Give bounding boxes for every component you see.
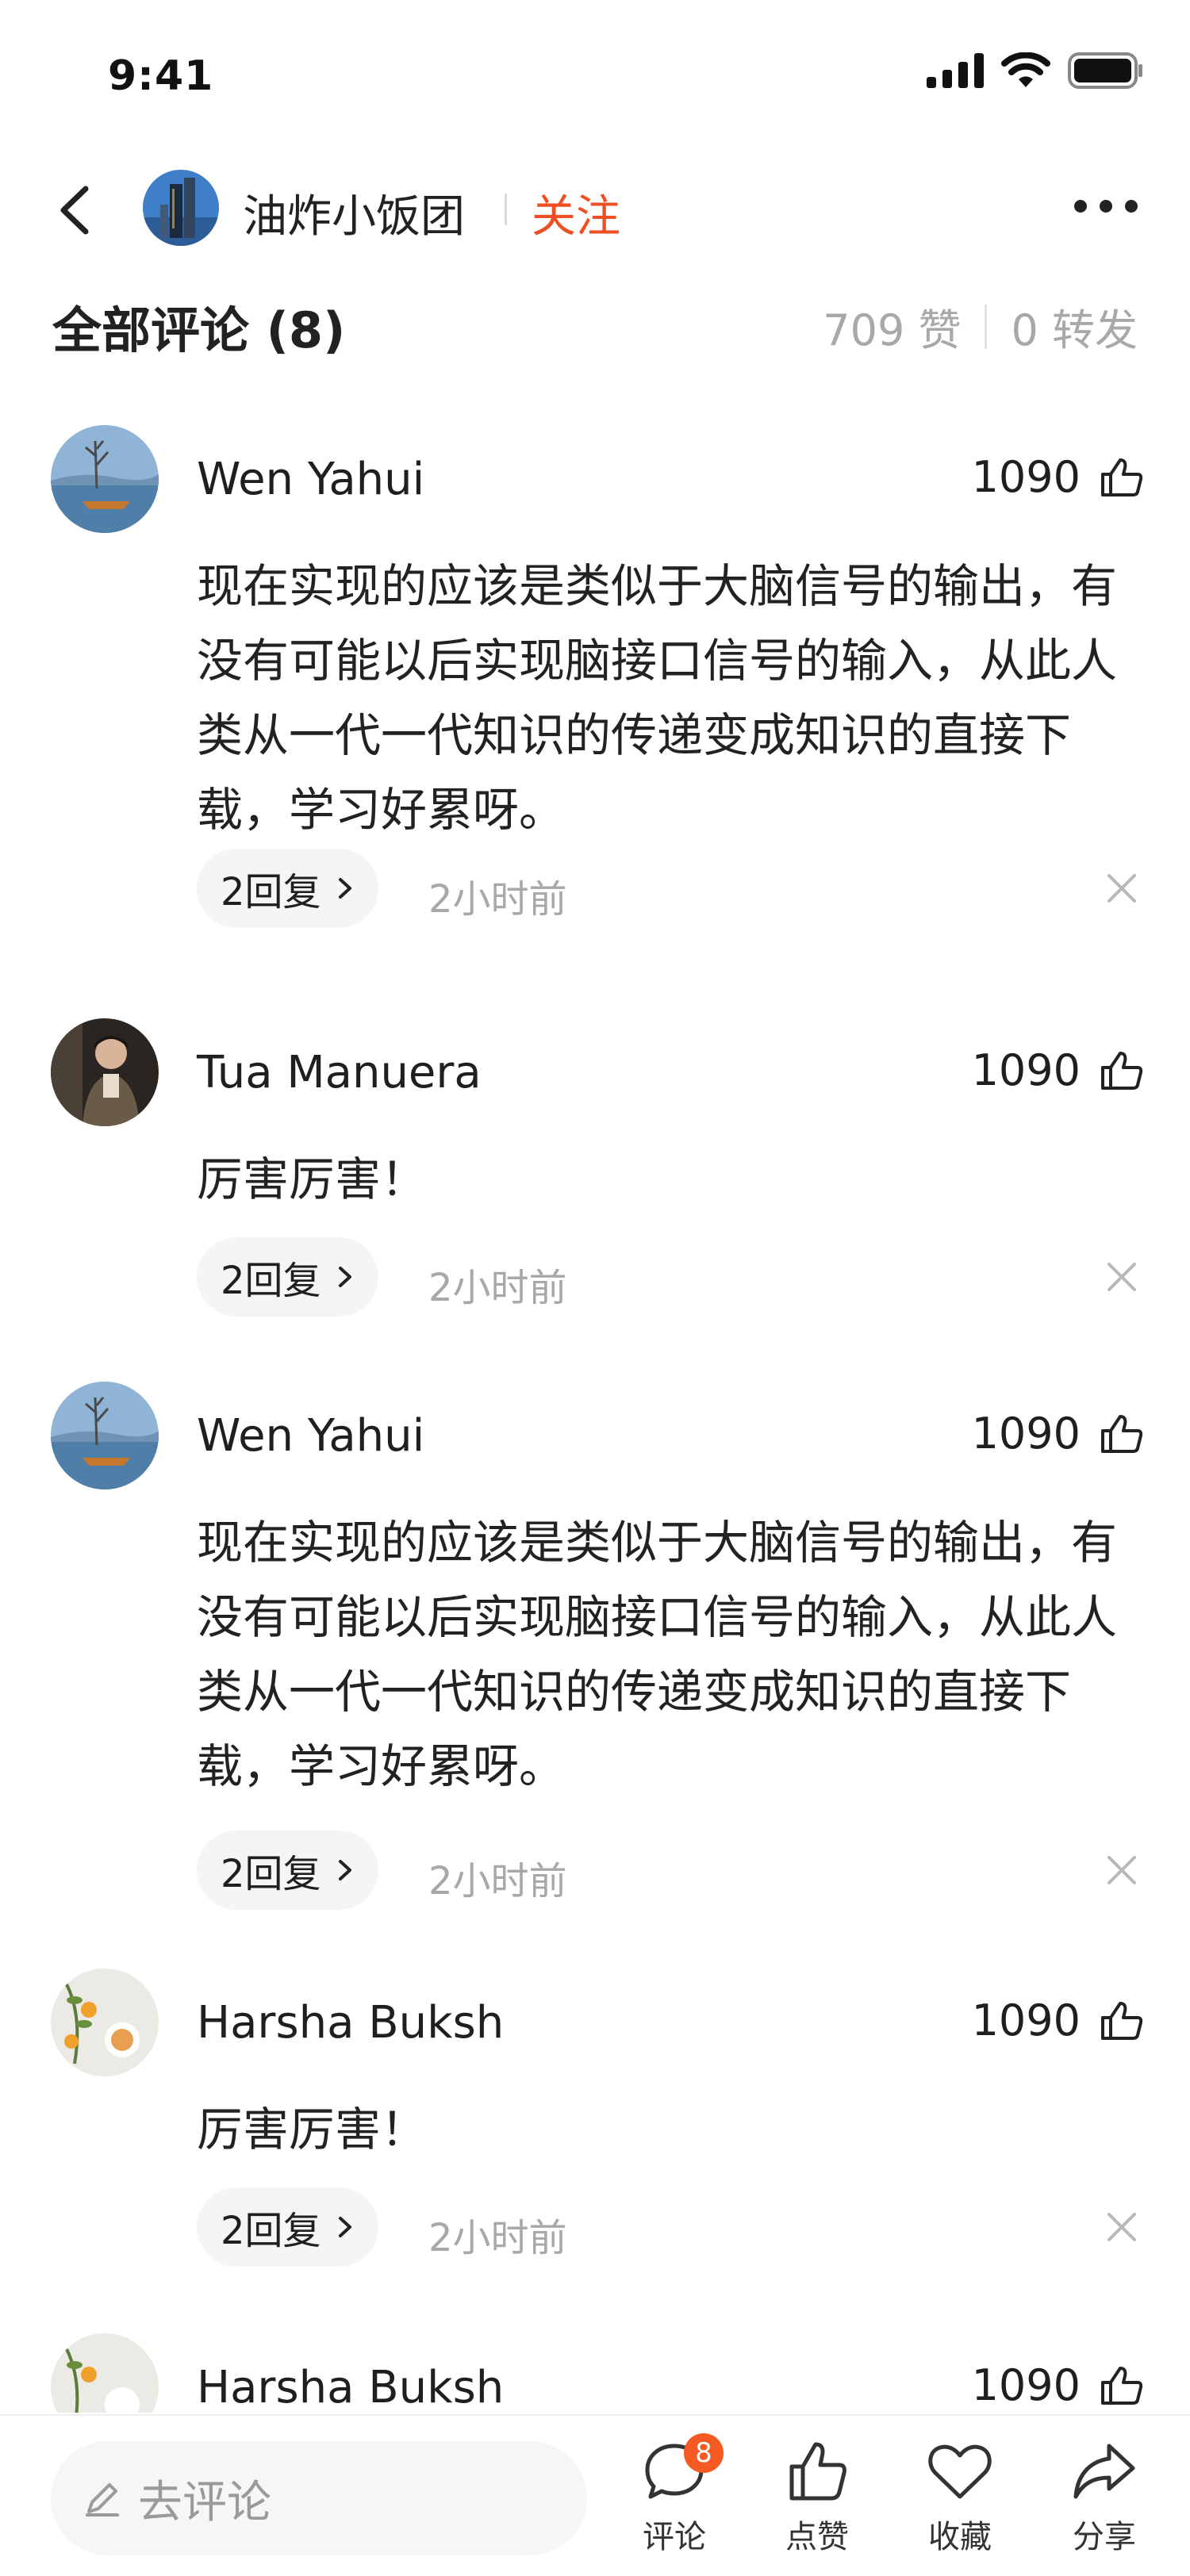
close-icon[interactable]	[1103, 869, 1141, 907]
comments-header: 全部评论 (8) 709 赞 0 转发	[0, 286, 1190, 359]
replies-count: 2回复	[221, 1259, 321, 1303]
nav-bar: 油炸小饭团 关注	[0, 159, 1190, 262]
comment-meta: 2回复 2小时前	[197, 2187, 1141, 2267]
close-icon[interactable]	[1103, 1851, 1141, 1889]
comment-action[interactable]: 8 评论	[619, 2433, 730, 2576]
commenter-name[interactable]: Harsha Buksh	[197, 2362, 504, 2413]
comment-action-label: 评论	[643, 2519, 706, 2555]
comment-text: 现在实现的应该是类似于大脑信号的输出，有没有可能以后实现脑接口信号的输入，从此人…	[197, 1516, 1118, 1793]
replies-button[interactable]: 2回复	[197, 1237, 378, 1317]
thumbs-up-icon	[1101, 458, 1143, 496]
thumbs-up-icon	[1101, 1051, 1143, 1090]
comment-like-button[interactable]: 1090	[972, 1409, 1144, 1459]
comment-meta: 2回复 2小时前	[197, 1237, 1141, 1317]
commenter-name[interactable]: Harsha Buksh	[197, 1997, 504, 2049]
comment-like-button[interactable]: 1090	[972, 1045, 1144, 1095]
heart-icon	[928, 2444, 992, 2499]
reposts-count: 0 转发	[1011, 305, 1138, 355]
comment-item: Wen Yahui 1090 现在实现的应该是类似于大脑信号的输出，有没有可能以…	[0, 425, 1190, 964]
comment-item: Wen Yahui 1090 现在实现的应该是类似于大脑信号的输出，有没有可能以…	[0, 1382, 1190, 1921]
comment-like-count: 1090	[971, 452, 1081, 502]
commenter-avatar[interactable]	[51, 1382, 159, 1489]
comment-time: 2小时前	[428, 877, 567, 922]
post-stats: 709 赞 0 转发	[823, 295, 1138, 358]
chevron-right-icon	[338, 1267, 351, 1287]
back-arrow-icon[interactable]	[52, 182, 100, 238]
share-action-label: 分享	[1073, 2519, 1136, 2555]
comment-item: Tua Manuera 1090 厉害厉害！ 2回复 2小时前	[0, 1018, 1190, 1336]
comments-title: 全部评论 (8)	[52, 301, 346, 359]
comment-time: 2小时前	[428, 1266, 567, 1310]
like-action[interactable]: 点赞	[762, 2438, 873, 2576]
chevron-right-icon	[338, 2217, 351, 2237]
chevron-right-icon	[338, 1860, 351, 1880]
comment-like-count: 1090	[971, 2360, 1081, 2410]
favorite-action-label: 收藏	[928, 2519, 992, 2555]
comment-item: Harsha Buksh 1090	[0, 2333, 1190, 2413]
chevron-right-icon	[338, 878, 351, 899]
status-bar: 9:41	[0, 0, 1190, 151]
comment-time: 2小时前	[428, 2216, 567, 2260]
favorite-action[interactable]: 收藏	[904, 2438, 1015, 2576]
commenter-avatar[interactable]	[51, 1018, 159, 1126]
commenter-avatar[interactable]	[51, 2333, 159, 2413]
commenter-avatar[interactable]	[51, 425, 159, 533]
comment-like-button[interactable]: 1090	[972, 452, 1144, 502]
like-action-label: 点赞	[785, 2519, 849, 2555]
thumbs-up-icon	[1101, 2366, 1143, 2405]
comment-input-placeholder: 去评论	[138, 2476, 271, 2528]
status-icons	[927, 52, 1144, 89]
likes-count: 709 赞	[823, 305, 962, 355]
comment-time: 2小时前	[428, 1859, 567, 1903]
stats-divider	[985, 304, 988, 349]
wifi-icon	[1001, 52, 1050, 87]
follow-button[interactable]: 关注	[532, 181, 620, 245]
comment-like-count: 1090	[971, 1995, 1081, 2045]
replies-button[interactable]: 2回复	[197, 849, 378, 928]
comment-meta: 2回复 2小时前	[197, 849, 1141, 928]
comment-input[interactable]: 去评论	[51, 2441, 587, 2555]
comment-like-button[interactable]: 1090	[972, 1995, 1144, 2045]
author-avatar[interactable]	[143, 170, 219, 246]
comment-text: 现在实现的应该是类似于大脑信号的输出，有没有可能以后实现脑接口信号的输入，从此人…	[197, 559, 1118, 837]
status-time: 9:41	[108, 52, 214, 100]
replies-button[interactable]: 2回复	[197, 2187, 378, 2267]
comment-text: 厉害厉害！	[197, 1152, 428, 1206]
more-options-icon[interactable]	[1074, 200, 1138, 213]
battery-icon	[1068, 52, 1142, 89]
close-icon[interactable]	[1103, 2208, 1141, 2246]
replies-count: 2回复	[221, 2209, 321, 2253]
comment-count-badge: 8	[684, 2433, 724, 2473]
commenter-avatar[interactable]	[51, 1968, 159, 2076]
comment-like-count: 1090	[971, 1409, 1081, 1459]
thumbs-up-icon	[789, 2442, 846, 2501]
thumbs-up-icon	[1101, 1414, 1143, 1453]
close-icon[interactable]	[1103, 1258, 1141, 1296]
commenter-name[interactable]: Tua Manuera	[197, 1047, 482, 1098]
thumbs-up-icon	[1101, 2001, 1143, 2040]
comment-item: Harsha Buksh 1090 厉害厉害！ 2回复 2小时前	[0, 1968, 1190, 2286]
share-action[interactable]: 分享	[1049, 2438, 1160, 2576]
comment-text: 厉害厉害！	[197, 2103, 428, 2156]
replies-button[interactable]: 2回复	[197, 1830, 378, 1910]
bottom-action-bar: 去评论 8 评论 点赞 收藏 分享	[0, 2414, 1190, 2576]
comment-like-button[interactable]: 1090	[972, 2360, 1144, 2410]
replies-count: 2回复	[221, 1852, 321, 1896]
author-name[interactable]: 油炸小饭团	[243, 181, 465, 245]
comment-meta: 2回复 2小时前	[197, 1830, 1141, 1910]
comment-like-count: 1090	[971, 1045, 1081, 1095]
commenter-name[interactable]: Wen Yahui	[197, 454, 424, 505]
share-arrow-icon	[1073, 2444, 1135, 2499]
nav-divider	[505, 194, 507, 225]
cellular-signal-icon	[927, 53, 984, 88]
pencil-icon	[86, 2483, 119, 2517]
replies-count: 2回复	[221, 870, 321, 914]
commenter-name[interactable]: Wen Yahui	[197, 1410, 424, 1462]
